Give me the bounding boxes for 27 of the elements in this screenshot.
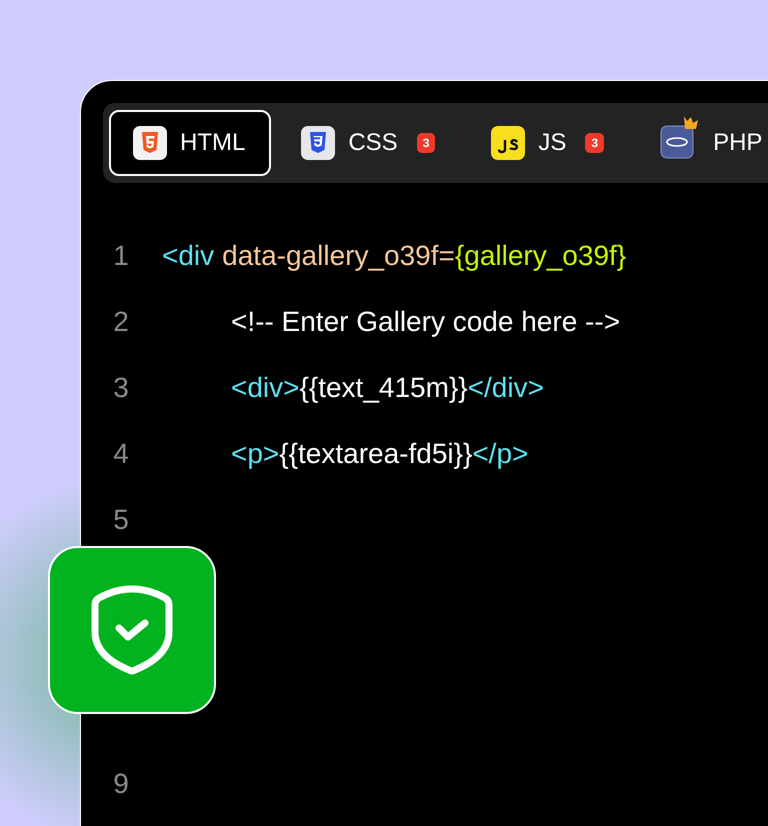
code-token: <p>	[231, 438, 280, 470]
line-number: 3	[112, 372, 130, 404]
code-token: data-gallery_o39f=	[222, 240, 455, 272]
code-token: </p>	[472, 438, 528, 470]
line-number: 9	[112, 768, 130, 800]
js-icon	[491, 126, 526, 160]
code-token: </div>	[468, 372, 544, 404]
code-token: <div>	[231, 372, 300, 404]
code-token: {{text_415m}}	[300, 372, 468, 404]
line-number: 4	[112, 438, 130, 470]
count-badge: 3	[416, 133, 436, 153]
line-number: 2	[112, 306, 130, 338]
code-token: <div	[162, 240, 214, 272]
line-number: 1	[112, 240, 130, 272]
css-icon	[301, 126, 336, 160]
html-icon	[133, 126, 167, 160]
line-number: 5	[112, 504, 130, 536]
language-tab[interactable]: CSS 3	[277, 110, 462, 176]
code-token: {gallery_o39f}	[454, 240, 626, 272]
code-token: <!-- Enter Gallery code here -->	[231, 306, 620, 338]
language-tab[interactable]: PHP	[636, 110, 768, 176]
shield-check-icon	[91, 584, 173, 676]
php-icon	[660, 114, 700, 160]
count-badge: 3	[585, 133, 604, 153]
code-token: {{textarea-fd5i}}	[279, 438, 472, 470]
language-tab[interactable]: HTML	[109, 110, 272, 176]
language-tab[interactable]: JS 3	[467, 110, 630, 176]
